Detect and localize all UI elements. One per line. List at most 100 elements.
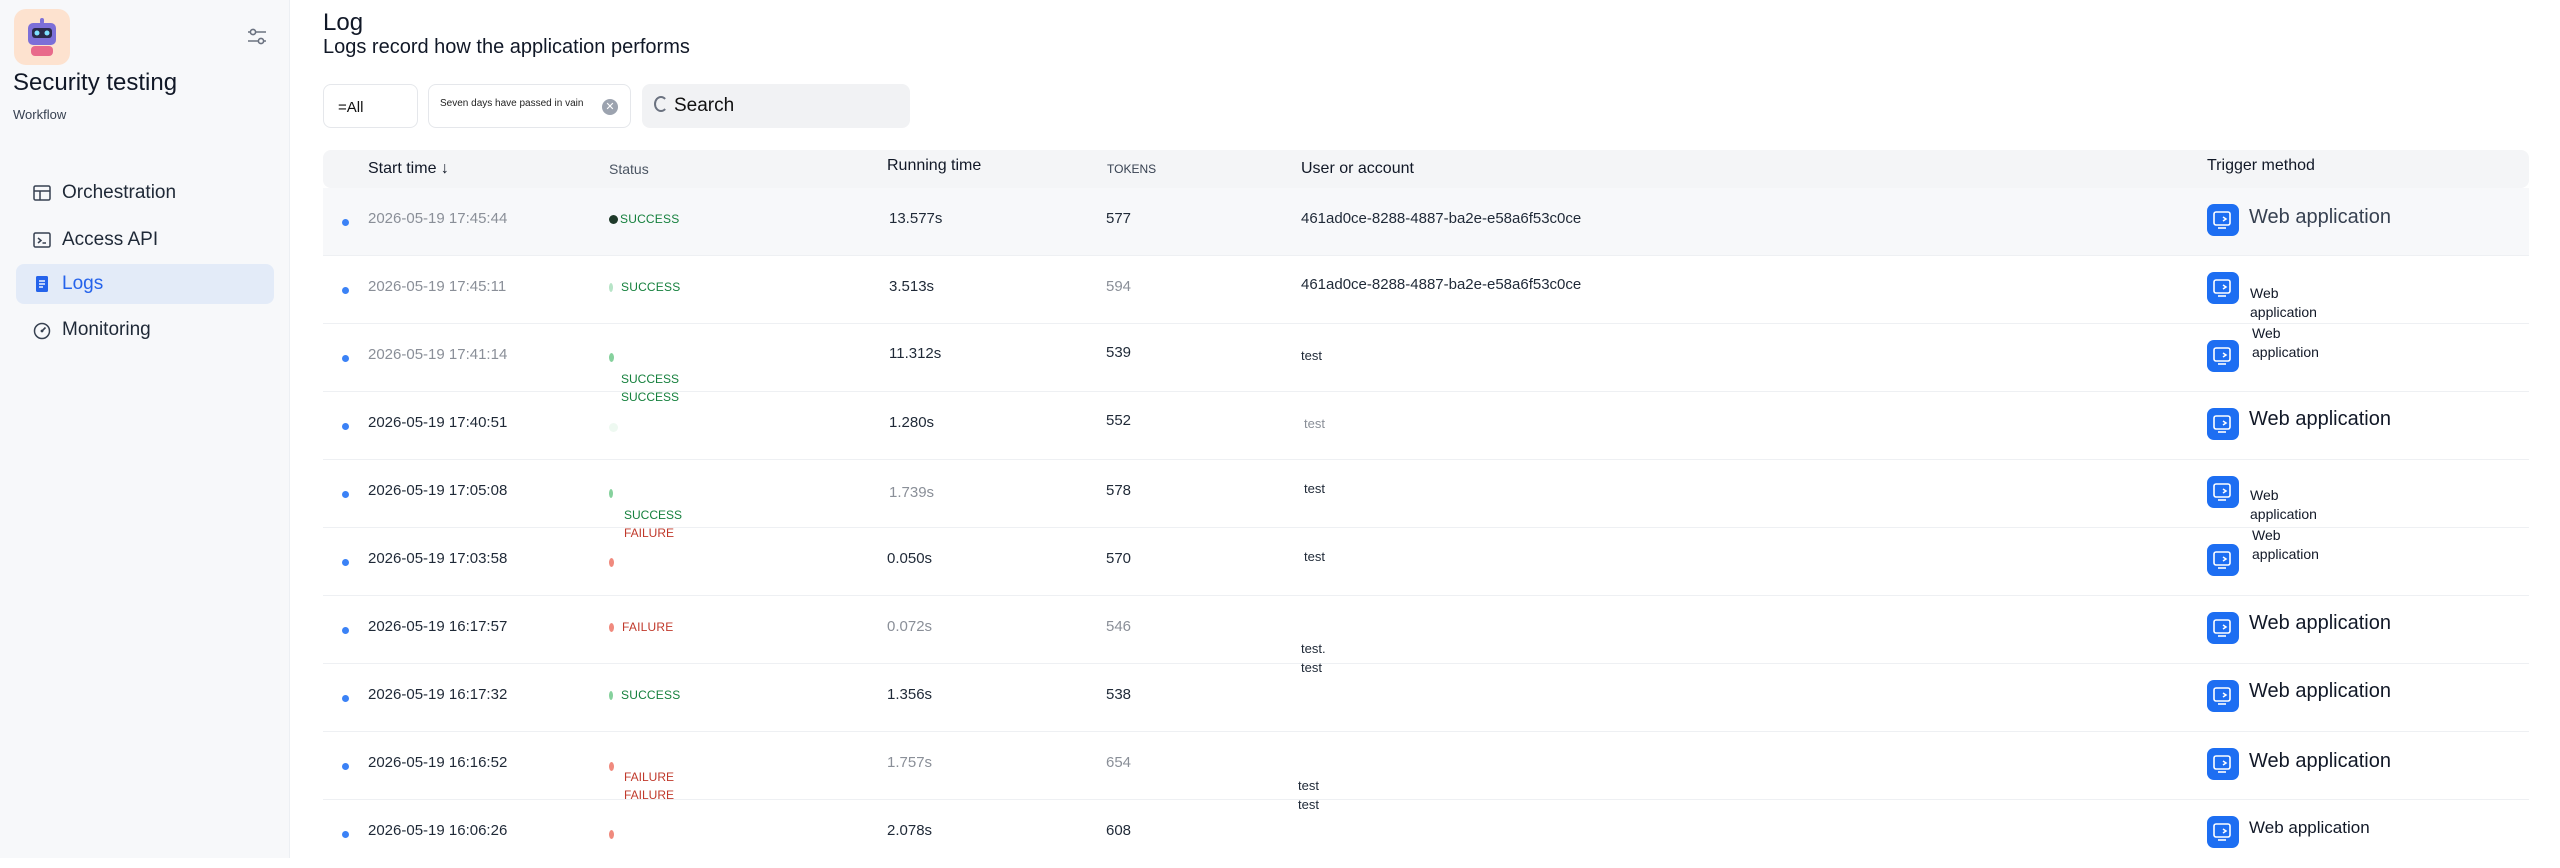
- row-indicator-dot: [342, 491, 349, 498]
- tokens-cell: 654: [1106, 754, 1132, 771]
- sidebar-item-label: Orchestration: [62, 182, 177, 203]
- page-description: Logs record how the application performs: [323, 36, 690, 58]
- sidebar-item-orchestration[interactable]: Orchestration: [16, 173, 274, 213]
- web-app-icon: [2207, 680, 2239, 712]
- tokens-cell: 546: [1106, 618, 1132, 635]
- start-time-cell: 2026-05-19 17:03:58: [368, 550, 508, 567]
- row-indicator-dot: [342, 627, 349, 634]
- trigger-label: Web application: [2249, 612, 2391, 634]
- trigger-label: Web application: [2249, 750, 2391, 772]
- row-indicator-dot: [342, 831, 349, 838]
- status-cell: SUCCESS: [609, 212, 679, 226]
- date-range-select[interactable]: Seven days have passed in vain ✕: [428, 84, 631, 128]
- status-dot-icon: [609, 215, 618, 224]
- start-time-cell: 2026-05-19 17:45:44: [368, 210, 508, 227]
- status-filter-value: =All: [338, 99, 364, 116]
- status-label: SUCCESS: [624, 508, 683, 522]
- tokens-cell: 578: [1106, 482, 1132, 499]
- running-time-cell: 13.577s: [889, 210, 943, 227]
- status-dot-icon: [609, 762, 614, 771]
- status-cell: [609, 486, 615, 500]
- tokens-cell: 538: [1106, 686, 1132, 703]
- status-label: FAILURE: [624, 770, 675, 784]
- sidebar-item-logs[interactable]: Logs: [16, 264, 274, 304]
- column-header-running-time: Running time: [887, 157, 982, 174]
- table-row[interactable]: 2026-05-19 16:17:32 SUCCESS 1.356s 538 W…: [323, 664, 2529, 732]
- sidebar-settings-icon[interactable]: [244, 24, 270, 50]
- search-icon: [654, 96, 668, 112]
- running-time-cell: 0.050s: [887, 550, 933, 567]
- trigger-label: Web application: [2252, 527, 2319, 562]
- document-icon: [36, 276, 48, 292]
- gauge-icon: [33, 322, 51, 340]
- status-dot-icon: [609, 353, 614, 362]
- running-time-cell: 2.078s: [887, 822, 933, 839]
- table-row[interactable]: 2026-05-19 17:45:44 SUCCESS 13.577s 577 …: [323, 188, 2529, 256]
- status-dot-icon: [609, 691, 613, 700]
- web-app-icon: [2207, 476, 2239, 508]
- sidebar-item-monitoring[interactable]: Monitoring: [16, 310, 274, 350]
- start-time-cell: 2026-05-19 16:16:52: [368, 754, 508, 771]
- row-indicator-dot: [342, 219, 349, 226]
- status-dot-icon: [609, 423, 618, 432]
- tokens-cell: 570: [1106, 550, 1132, 567]
- running-time-cell: 1.356s: [887, 686, 933, 703]
- web-app-icon: [2207, 612, 2239, 644]
- trigger-label: Web application: [2250, 285, 2317, 320]
- start-time-cell: 2026-05-19 16:17:32: [368, 686, 508, 703]
- column-header-start-time[interactable]: Start time ↓: [368, 150, 449, 188]
- running-time-cell: 1.280s: [889, 414, 935, 431]
- user-cell: test: [1304, 416, 1325, 431]
- trigger-label: Web application: [2250, 487, 2317, 522]
- status-label: SUCCESS: [621, 688, 681, 702]
- status-cell: [609, 420, 620, 434]
- status-cell: [609, 759, 616, 773]
- start-time-cell: 2026-05-19 16:06:26: [368, 822, 508, 839]
- user-cell: test: [1304, 481, 1325, 496]
- status-filter-select[interactable]: =All: [323, 84, 418, 128]
- clear-icon[interactable]: ✕: [602, 99, 618, 115]
- sidebar-item-label: Monitoring: [62, 319, 151, 340]
- start-time-cell: 2026-05-19 17:40:51: [368, 414, 508, 431]
- table-row[interactable]: 2026-05-19 17:45:11 SUCCESS 3.513s 594 4…: [323, 256, 2529, 324]
- user-cell: test: [1304, 549, 1325, 564]
- sidebar: Security testing Workflow Orchestration …: [0, 0, 290, 858]
- sidebar-item-access-api[interactable]: Access API: [16, 220, 274, 260]
- web-app-icon: [2207, 816, 2239, 848]
- status-label: FAILURE: [624, 526, 675, 540]
- user-cell: test.: [1301, 641, 1326, 656]
- web-app-icon: [2207, 272, 2239, 304]
- status-cell: SUCCESS: [609, 688, 680, 702]
- tokens-cell: 539: [1106, 344, 1132, 361]
- web-app-icon: [2207, 544, 2239, 576]
- status-cell: [609, 350, 616, 364]
- search-input[interactable]: Search: [642, 84, 910, 128]
- column-header-trigger: Trigger method: [2207, 157, 2315, 174]
- status-cell: [609, 827, 616, 841]
- status-label: FAILURE: [622, 620, 674, 634]
- status-dot-icon: [609, 558, 614, 567]
- app-avatar: [14, 9, 70, 65]
- web-app-icon: [2207, 340, 2239, 372]
- tokens-cell: 577: [1106, 210, 1132, 227]
- web-app-icon: [2207, 748, 2239, 780]
- row-indicator-dot: [342, 763, 349, 770]
- status-dot-icon: [609, 489, 613, 498]
- trigger-label: Web application: [2249, 206, 2391, 228]
- trigger-label: Web application: [2249, 818, 2370, 837]
- row-indicator-dot: [342, 423, 349, 430]
- status-label: SUCCESS: [620, 212, 680, 226]
- user-cell: test: [1298, 797, 1319, 812]
- date-range-value: Seven days have passed in vain: [440, 98, 584, 109]
- robot-icon: [28, 18, 56, 56]
- start-time-cell: 2026-05-19 17:45:11: [368, 278, 507, 295]
- table-row[interactable]: 2026-05-19 16:17:57 FAILURE 0.072s 546 W…: [323, 596, 2529, 664]
- web-app-icon: [2207, 408, 2239, 440]
- status-cell: SUCCESS: [609, 280, 680, 294]
- user-cell: 461ad0ce-8288-4887-ba2e-e58a6f53c0ce: [1301, 276, 1582, 293]
- running-time-cell: 1.739s: [889, 484, 935, 501]
- status-label: SUCCESS: [621, 372, 680, 386]
- trigger-label: Web application: [2252, 325, 2319, 360]
- trigger-label: Web application: [2249, 680, 2391, 702]
- running-time-cell: 0.072s: [887, 618, 933, 635]
